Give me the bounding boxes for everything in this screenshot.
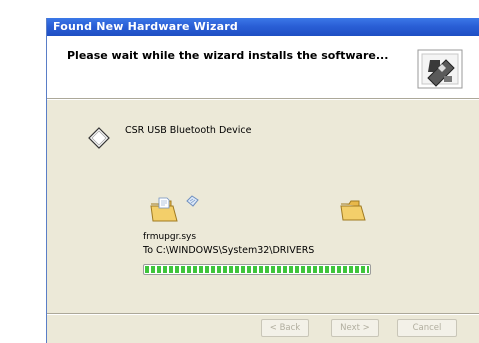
- header-message: Please wait while the wizard installs th…: [67, 49, 389, 62]
- hardware-wizard-icon: [417, 49, 463, 89]
- destination-path: To C:\WINDOWS\System32\DRIVERS: [143, 245, 315, 256]
- device-name: CSR USB Bluetooth Device: [125, 125, 252, 136]
- wizard-header: Please wait while the wizard installs th…: [47, 36, 479, 98]
- source-folder-icon: [150, 197, 178, 222]
- device-diamond-icon: [88, 127, 110, 149]
- progress-fill: [145, 266, 369, 273]
- document-flying-icon: [186, 195, 199, 207]
- title-bar[interactable]: Found New Hardware Wizard: [47, 18, 479, 36]
- back-button[interactable]: < Back: [261, 319, 309, 337]
- cancel-button[interactable]: Cancel: [397, 319, 457, 337]
- copying-file-name: frmupgr.sys: [143, 232, 197, 242]
- window-title: Found New Hardware Wizard: [53, 20, 238, 33]
- next-button[interactable]: Next >: [331, 319, 379, 337]
- copy-progress-bar: [143, 264, 371, 275]
- header-divider-highlight: [47, 99, 479, 100]
- footer-divider-highlight: [47, 314, 479, 315]
- wizard-window: Found New Hardware Wizard Please wait wh…: [46, 18, 479, 343]
- destination-folder-icon: [340, 200, 366, 221]
